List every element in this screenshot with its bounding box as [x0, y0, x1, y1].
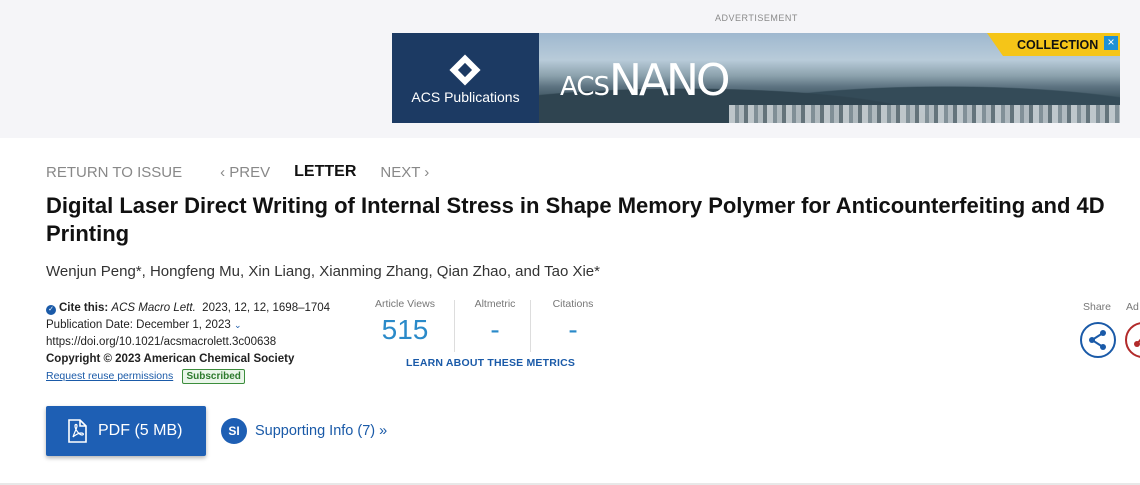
pdf-button-label: PDF (5 MB)	[98, 422, 183, 439]
next-link[interactable]: NEXT ›	[380, 164, 429, 181]
advertisement-label: ADVERTISEMENT	[715, 13, 798, 23]
cite-line: ✓ Cite this: ACS Macro Lett. 2023, 12, 12…	[46, 300, 330, 317]
divider	[454, 300, 455, 352]
add-icon	[1134, 338, 1140, 347]
pdf-file-icon	[68, 419, 87, 443]
metric-altmetric[interactable]: Altmetric -	[456, 298, 534, 346]
metric-value: 515	[381, 314, 429, 345]
metric-value: -	[490, 314, 500, 345]
add-label: Ad	[1126, 301, 1139, 313]
close-icon[interactable]: ×	[1104, 36, 1118, 50]
publication-date: Publication Date: December 1, 2023	[46, 319, 231, 331]
share-label: Share	[1083, 301, 1112, 313]
ad-brand-name: NANO	[609, 55, 731, 106]
pub-date-line[interactable]: Publication Date: December 1, 2023 ⌄	[46, 317, 330, 334]
request-reuse-link[interactable]: Request reuse permissions	[46, 370, 173, 382]
acs-logo-icon	[449, 54, 481, 86]
check-circle-icon: ✓	[46, 305, 56, 315]
share-icon	[1089, 330, 1106, 350]
metric-citations[interactable]: Citations -	[534, 298, 612, 346]
reuse-line: Request reuse permissions Subscribed	[46, 368, 330, 385]
author-list[interactable]: Wenjun Peng*, Hongfeng Mu, Xin Liang, Xi…	[46, 263, 600, 280]
cite-label[interactable]: Cite this:	[59, 302, 108, 314]
doi-link[interactable]: https://doi.org/10.1021/acsmacrolett.3c0…	[46, 334, 330, 351]
cite-journal: ACS Macro Lett.	[111, 302, 196, 314]
acs-publications-logo: ACS Publications	[392, 33, 539, 123]
pdf-download-button[interactable]: PDF (5 MB)	[46, 406, 206, 456]
article-metrics: Article Views 515 Altmetric - Citations …	[366, 298, 596, 354]
supporting-info[interactable]: SI Supporting Info (7) »	[221, 418, 387, 444]
metric-label: Citations	[552, 298, 594, 310]
article-title: Digital Laser Direct Writing of Internal…	[46, 193, 1105, 246]
article-navigation: RETURN TO ISSUE ‹ PREV LETTER NEXT ›	[46, 163, 429, 181]
ad-brand-prefix: ACS	[560, 72, 610, 102]
metric-label: Altmetric	[474, 298, 516, 310]
si-badge: SI	[221, 418, 247, 444]
divider	[530, 300, 531, 352]
metric-article-views[interactable]: Article Views 515	[366, 298, 444, 346]
article-type: LETTER	[294, 163, 357, 180]
subscribed-badge: Subscribed	[182, 369, 245, 384]
supporting-info-link[interactable]: Supporting Info (7) »	[255, 423, 387, 439]
add-to-library-button[interactable]	[1125, 322, 1140, 358]
copyright-text: Copyright © 2023 American Chemical Socie…	[46, 353, 295, 365]
share-button[interactable]	[1080, 322, 1116, 358]
publisher-name: ACS Publications	[411, 89, 520, 105]
ad-city	[729, 105, 1120, 123]
advertisement-banner[interactable]: ACS Publications ACSNANO COLLECTION ×	[392, 33, 1120, 123]
advertisement-band: ADVERTISEMENT ACS Publications ACSNANO C…	[0, 0, 1140, 138]
learn-about-metrics-link[interactable]: LEARN ABOUT THESE METRICS	[406, 357, 575, 369]
ad-journal-brand: ACSNANO	[560, 55, 731, 106]
copyright: Copyright © 2023 American Chemical Socie…	[46, 351, 330, 368]
return-to-issue-link[interactable]: RETURN TO ISSUE	[46, 164, 182, 181]
prev-link[interactable]: ‹ PREV	[220, 164, 270, 181]
chevron-down-icon[interactable]: ⌄	[234, 320, 242, 330]
metric-label: Article Views	[375, 298, 435, 310]
citation-block: ✓ Cite this: ACS Macro Lett. 2023, 12, 12…	[46, 300, 330, 385]
cite-details: 2023, 12, 12, 1698–1704	[202, 302, 331, 314]
metric-value: -	[568, 314, 578, 345]
ad-collection-tag: COLLECTION	[987, 33, 1120, 56]
